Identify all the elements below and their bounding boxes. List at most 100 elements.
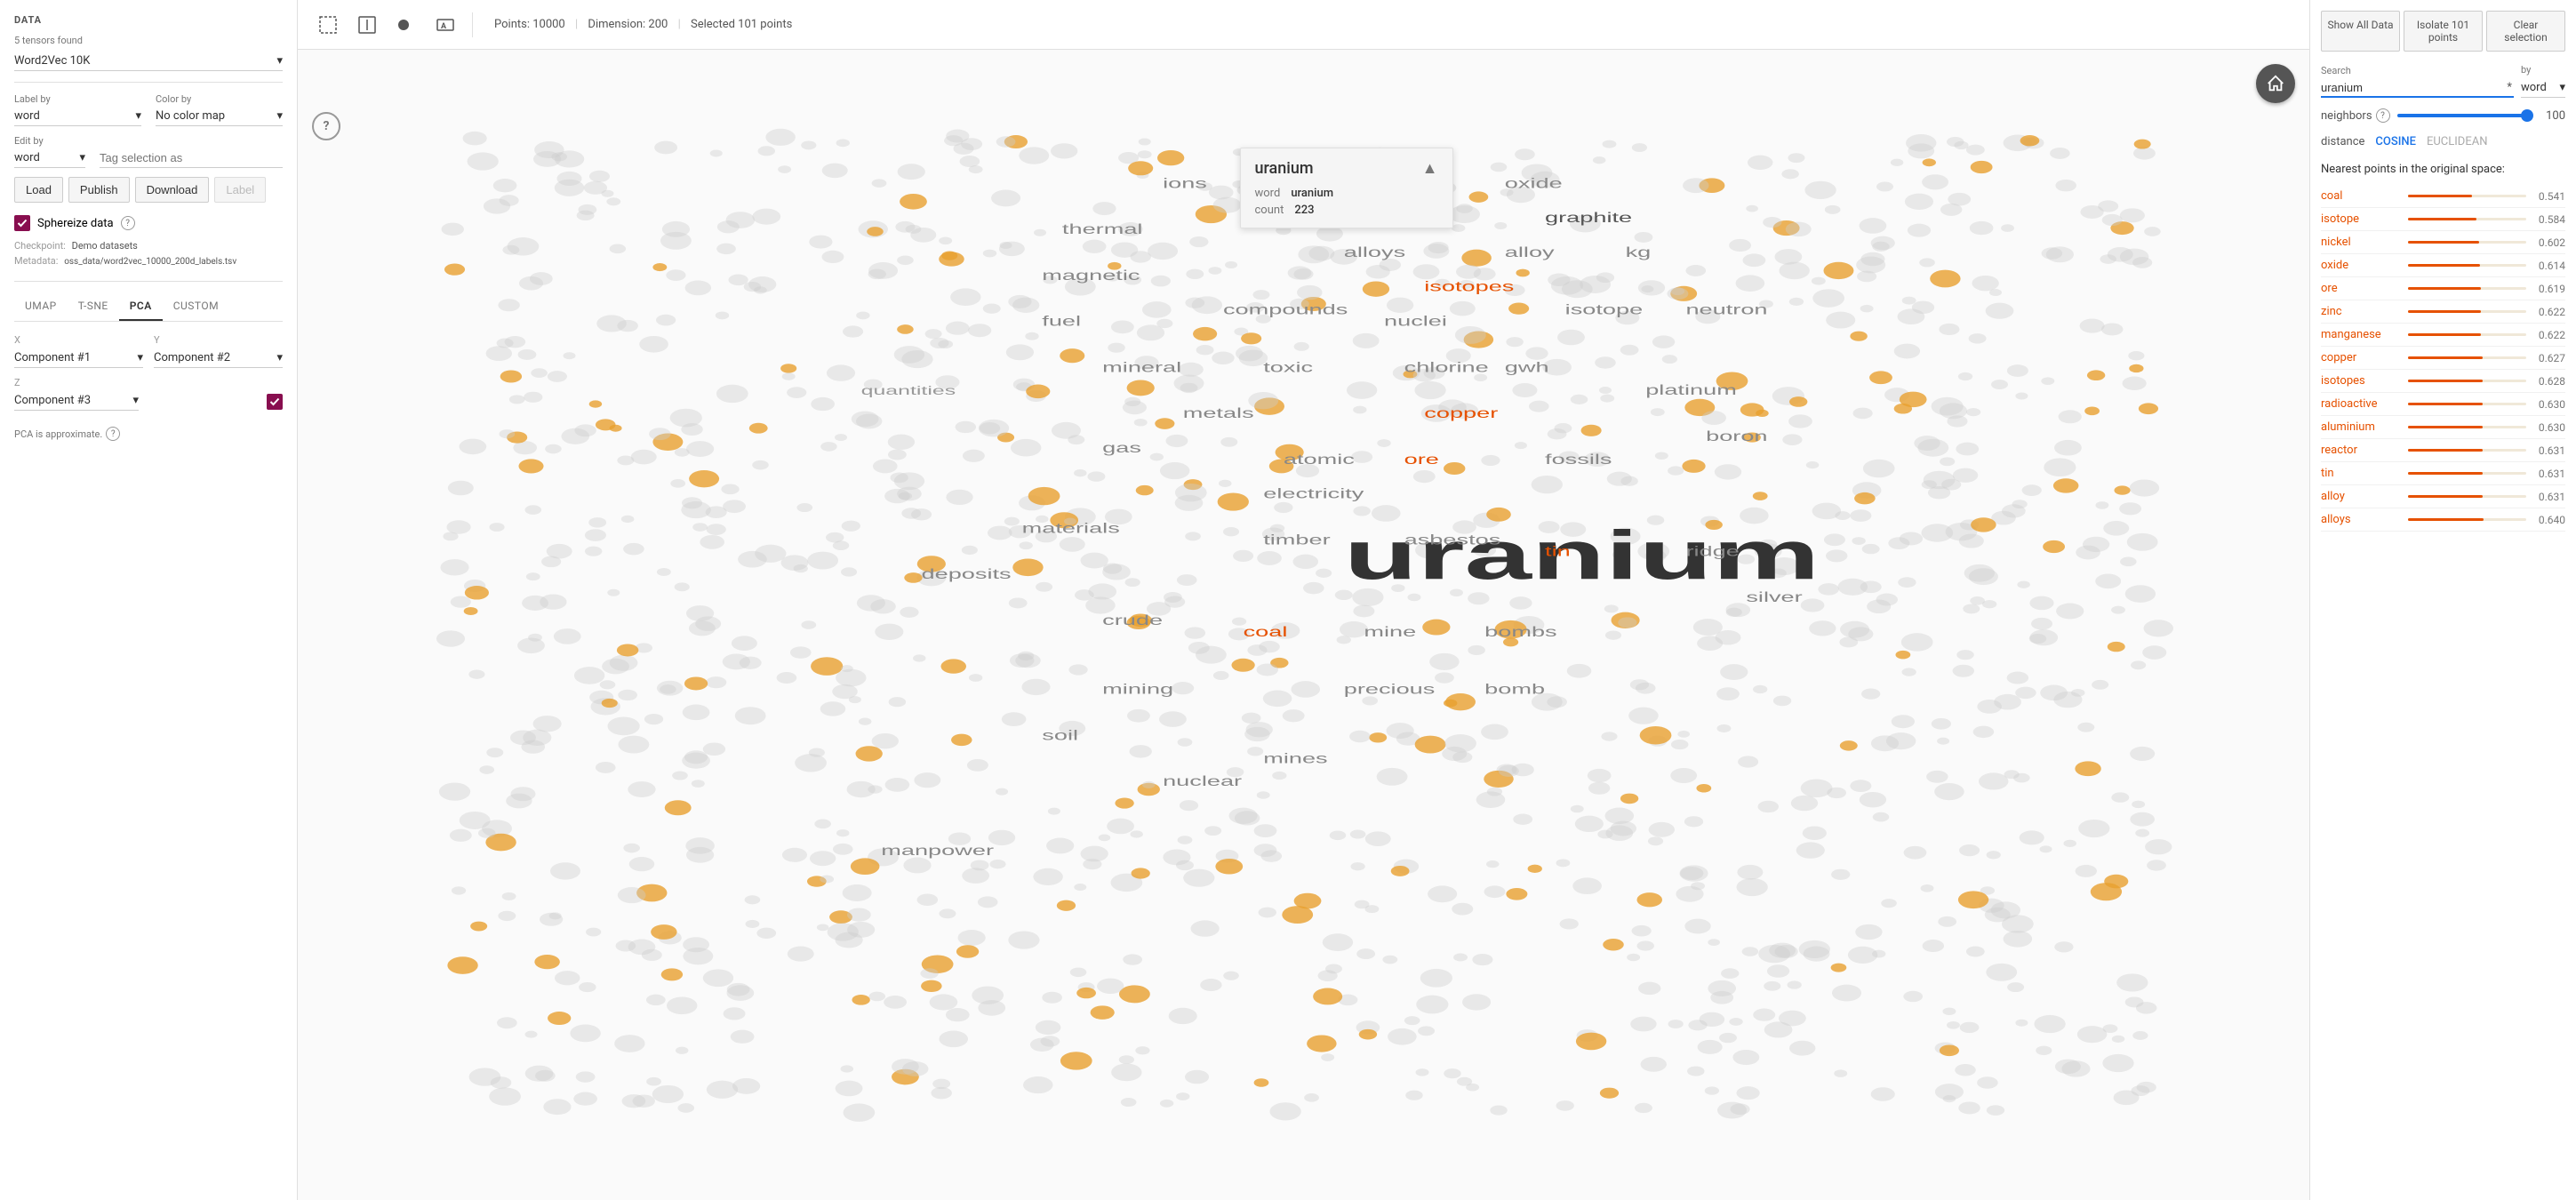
tab-tsne[interactable]: T-SNE	[68, 292, 119, 321]
nearest-score: 0.584	[2533, 213, 2565, 226]
tab-pca[interactable]: PCA	[119, 292, 163, 321]
load-button[interactable]: Load	[14, 177, 63, 203]
distance-cosine[interactable]: COSINE	[2375, 133, 2416, 150]
svg-text:mine: mine	[1364, 624, 1416, 640]
tooltip-count-row: count 223	[1255, 204, 1438, 217]
svg-text:asbestos: asbestos	[1404, 532, 1501, 548]
search-input-wrapper: *	[2321, 79, 2514, 98]
nearest-item[interactable]: nickel 0.602	[2321, 231, 2565, 254]
svg-text:compounds: compounds	[1223, 302, 1348, 318]
clear-selection-button[interactable]: Clear selection	[2486, 11, 2565, 52]
svg-text:fossils: fossils	[1545, 452, 1612, 468]
nearest-item[interactable]: coal 0.541	[2321, 185, 2565, 208]
z-axis-checkbox[interactable]	[267, 394, 283, 410]
axis-z-label: Z	[14, 377, 242, 388]
axis-x-selector[interactable]: Component #1 ▾	[14, 348, 143, 368]
isolate-button[interactable]: Isolate 101 points	[2404, 11, 2483, 52]
svg-text:A: A	[441, 22, 447, 31]
pca-help-icon[interactable]: ?	[106, 427, 120, 441]
nearest-bar-bg	[2408, 472, 2526, 475]
nearest-bar-wrap: alloy 0.631	[2321, 490, 2565, 503]
divider-2	[14, 281, 283, 282]
nearest-bar	[2408, 287, 2481, 290]
nearest-points-title: Nearest points in the original space:	[2321, 163, 2565, 176]
search-input[interactable]	[2321, 79, 2505, 96]
publish-button[interactable]: Publish	[68, 177, 130, 203]
nearest-item[interactable]: zinc 0.622	[2321, 300, 2565, 324]
nearest-score: 0.614	[2533, 260, 2565, 272]
tensor-selector[interactable]: Word2Vec 10K ▾	[14, 52, 283, 71]
svg-text:ridge: ridge	[1685, 543, 1739, 559]
nearest-name: isotope	[2321, 212, 2401, 226]
edit-by-selector[interactable]: word ▾	[14, 148, 85, 168]
word-layer: uraniumionsoxidethermalhydrogengraphitem…	[861, 175, 1820, 858]
tab-custom[interactable]: CUSTOM	[163, 292, 229, 321]
nearest-bar	[2408, 495, 2483, 498]
nearest-name: reactor	[2321, 444, 2401, 457]
axis-x-label: X	[14, 334, 143, 346]
nearest-item[interactable]: alloy 0.631	[2321, 485, 2565, 508]
axis-y-chevron: ▾	[276, 351, 283, 364]
edit-by-label: Edit by	[14, 135, 283, 147]
nearest-item[interactable]: ore 0.619	[2321, 277, 2565, 300]
tab-umap[interactable]: UMAP	[14, 292, 68, 321]
label-by-selector[interactable]: word ▾	[14, 107, 141, 126]
nearest-bar	[2408, 426, 2483, 428]
label-icon[interactable]: A	[429, 9, 461, 41]
label-button[interactable]: Label	[214, 177, 266, 203]
nearest-item[interactable]: isotopes 0.628	[2321, 370, 2565, 393]
svg-text:atomic: atomic	[1284, 452, 1355, 468]
svg-text:gwh: gwh	[1505, 359, 1549, 375]
neighbors-help-icon[interactable]: ?	[2376, 108, 2390, 123]
color-by-label: Color by	[156, 93, 283, 105]
nearest-item[interactable]: alloys 0.640	[2321, 508, 2565, 532]
nearest-item[interactable]: tin 0.631	[2321, 462, 2565, 485]
edit-by-value: word	[14, 151, 40, 164]
night-mode-icon[interactable]	[390, 9, 422, 41]
dot-layer	[436, 129, 2173, 1122]
svg-text:toxic: toxic	[1263, 359, 1313, 375]
tooltip-close-icon[interactable]: ▲	[1422, 159, 1438, 178]
svg-text:alloys: alloys	[1344, 244, 1405, 260]
slider-thumb[interactable]	[2521, 109, 2533, 122]
canvas-help-icon[interactable]: ?	[312, 112, 340, 140]
color-by-selector[interactable]: No color map ▾	[156, 107, 283, 126]
download-button[interactable]: Download	[135, 177, 210, 203]
show-all-button[interactable]: Show All Data	[2321, 11, 2400, 52]
selection-rect-icon[interactable]	[312, 9, 344, 41]
selection-move-icon[interactable]	[351, 9, 383, 41]
nearest-bar-wrap: isotopes 0.628	[2321, 374, 2565, 388]
svg-text:chlorine: chlorine	[1404, 359, 1489, 375]
nearest-name: coal	[2321, 189, 2401, 203]
distance-euclidean[interactable]: EUCLIDEAN	[2427, 133, 2488, 150]
nearest-name: nickel	[2321, 236, 2401, 249]
nearest-bar-wrap: zinc 0.622	[2321, 305, 2565, 318]
nearest-score: 0.628	[2533, 375, 2565, 388]
checkpoint-row: Checkpoint: Demo datasets	[14, 240, 283, 252]
axis-z-selector[interactable]: Component #3 ▾	[14, 391, 139, 411]
nearest-item[interactable]: isotope 0.584	[2321, 208, 2565, 231]
neighbors-slider[interactable]	[2397, 114, 2530, 117]
nearest-score: 0.622	[2533, 329, 2565, 341]
nearest-score: 0.631	[2533, 468, 2565, 480]
nearest-item[interactable]: manganese 0.622	[2321, 324, 2565, 347]
nearest-bar	[2408, 518, 2484, 521]
nearest-bar-wrap: coal 0.541	[2321, 189, 2565, 203]
tag-selection-input[interactable]	[100, 148, 283, 168]
sphereize-checkbox[interactable]	[14, 215, 30, 231]
nearest-name: alloy	[2321, 490, 2401, 503]
by-selector[interactable]: word ▾	[2521, 78, 2565, 98]
home-button[interactable]	[2256, 64, 2295, 103]
nearest-item[interactable]: reactor 0.631	[2321, 439, 2565, 462]
nearest-item[interactable]: copper 0.627	[2321, 347, 2565, 370]
nearest-item[interactable]: radioactive 0.630	[2321, 393, 2565, 416]
nearest-score: 0.619	[2533, 283, 2565, 295]
z-check-icon	[269, 396, 280, 407]
nearest-bar-bg	[2408, 195, 2526, 197]
nearest-item[interactable]: oxide 0.614	[2321, 254, 2565, 277]
canvas-container[interactable]: uraniumionsoxidethermalhydrogengraphitem…	[298, 50, 2309, 1200]
nearest-item[interactable]: aluminium 0.630	[2321, 416, 2565, 439]
axis-y-selector[interactable]: Component #2 ▾	[154, 348, 283, 368]
panel-title: DATA	[14, 14, 283, 26]
sphereize-help-icon[interactable]: ?	[121, 216, 135, 230]
